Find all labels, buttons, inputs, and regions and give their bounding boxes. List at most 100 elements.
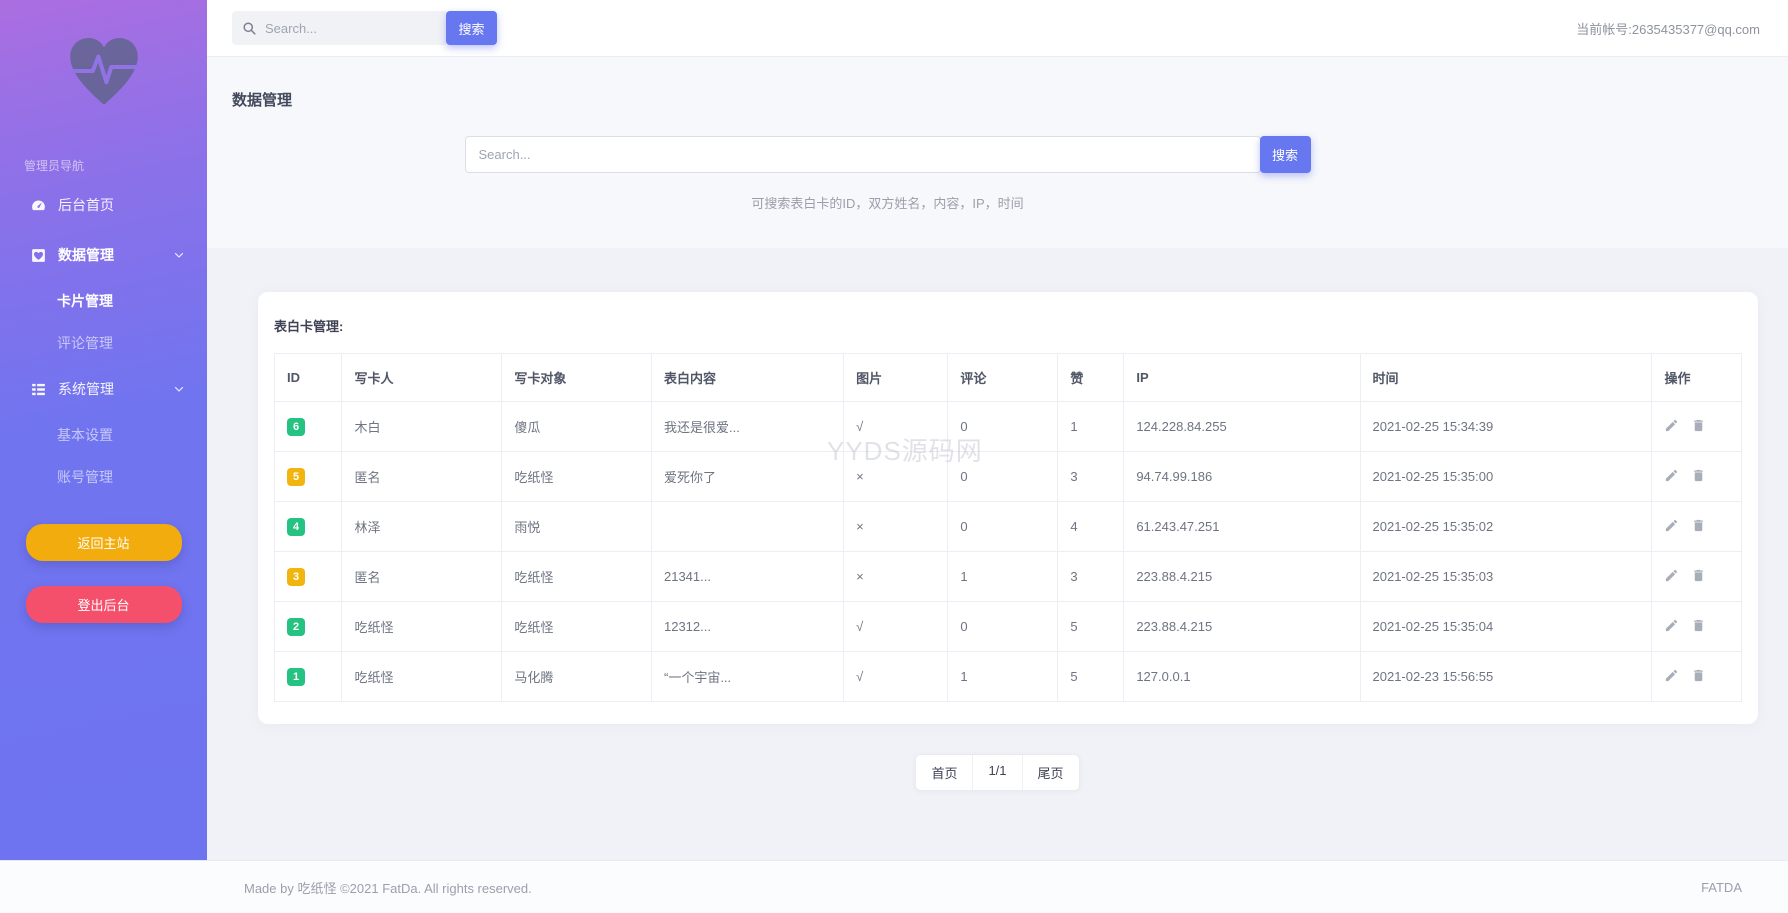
cell-ip: 223.88.4.215 [1123, 551, 1361, 602]
column-header: 赞 [1057, 353, 1125, 402]
column-header: 图片 [843, 353, 949, 402]
delete-icon[interactable] [1691, 668, 1706, 686]
table-row: 4 林泽 雨悦 × 0 4 61.243.47.251 2021-02-25 15:35:02 [273, 501, 1742, 552]
cell-time: 2021-02-25 15:35:02 [1359, 501, 1653, 552]
main-search: 搜索 [464, 136, 1311, 173]
edit-icon[interactable] [1664, 468, 1679, 486]
cell-image: √ [843, 601, 949, 652]
cell-content: 爱死你了 [650, 451, 845, 502]
cell-time: 2021-02-25 15:35:00 [1359, 451, 1653, 502]
search-zone: 数据管理 搜索 可搜索表白卡的ID，双方姓名，内容，IP，时间 [207, 57, 1788, 248]
cell-writer: 木白 [341, 401, 503, 452]
edit-icon[interactable] [1664, 518, 1679, 536]
cell-likes: 4 [1057, 501, 1125, 552]
search-icon [243, 21, 256, 35]
topbar-search-button[interactable]: 搜索 [446, 11, 497, 45]
cell-comments: 0 [947, 501, 1059, 552]
column-header: 表白内容 [650, 353, 845, 402]
cell-likes: 1 [1057, 401, 1125, 452]
delete-icon[interactable] [1691, 568, 1706, 586]
chevron-down-icon [173, 249, 185, 261]
topbar-search-input[interactable] [265, 20, 436, 36]
table-body: 6 木白 傻瓜 我还是很爱... √ 0 1 124.228.84.255 2021-02-25… [273, 401, 1742, 702]
card-heart-icon [30, 247, 47, 264]
cell-time: 2021-02-23 15:56:55 [1359, 651, 1653, 702]
id-badge: 6 [287, 417, 306, 436]
search-hint: 可搜索表白卡的ID，双方姓名，内容，IP，时间 [751, 196, 1024, 211]
cell-content: 12312... [650, 601, 845, 652]
list-icon [30, 381, 47, 398]
column-header: 操作 [1651, 353, 1742, 402]
main-search-button[interactable]: 搜索 [1259, 136, 1311, 173]
pagination: 首页 1/1 尾页 [915, 754, 1080, 791]
sidebar-item-dashboard[interactable]: 后台首页 [0, 180, 207, 230]
footer-brand: FATDA [1701, 879, 1742, 895]
cell-time: 2021-02-25 15:35:04 [1359, 601, 1653, 652]
column-header: 时间 [1359, 353, 1653, 402]
topbar-search-input-wrap [232, 11, 446, 45]
sidebar-item-label: 数据管理 [58, 247, 114, 263]
pagination-current-page: 1/1 [973, 755, 1023, 790]
sidebar-item-comment-management[interactable]: 评论管理 [0, 322, 207, 364]
cell-likes: 3 [1057, 451, 1125, 502]
cell-image: × [843, 551, 949, 602]
delete-icon[interactable] [1691, 518, 1706, 536]
topbar-search: 搜索 [232, 11, 497, 45]
sidebar-item-card-management[interactable]: 卡片管理 [0, 280, 207, 322]
cell-ip: 124.228.84.255 [1123, 401, 1361, 452]
table-row: 3 匿名 吃纸怪 21341... × 1 3 223.88.4.215 2021-02-25 … [273, 551, 1742, 602]
chevron-down-icon [173, 383, 185, 395]
cell-actions [1651, 651, 1742, 702]
cell-image: √ [843, 651, 949, 702]
cell-actions [1651, 551, 1742, 602]
sidebar-item-account-management[interactable]: 账号管理 [0, 456, 207, 498]
dashboard-icon [30, 197, 47, 214]
logout-button[interactable]: 登出后台 [25, 586, 182, 623]
pagination-first-page[interactable]: 首页 [916, 755, 974, 790]
cell-ip: 223.88.4.215 [1123, 601, 1361, 652]
cell-target: 吃纸怪 [501, 601, 652, 652]
cell-comments: 1 [947, 551, 1059, 602]
cell-writer: 吃纸怪 [341, 601, 503, 652]
cell-image: × [843, 451, 949, 502]
sidebar: 管理员导航 后台首页 数据管理 卡片管理 评论管理 系统管理 基本设置 账号管理… [0, 0, 207, 860]
pagination-last-page[interactable]: 尾页 [1022, 755, 1079, 790]
table-row: 1 吃纸怪 马化腾 “一个宇宙... √ 1 5 127.0.0.1 2021-02-23 15… [273, 651, 1742, 702]
edit-icon[interactable] [1664, 568, 1679, 586]
column-header: IP [1123, 353, 1361, 402]
id-badge: 1 [287, 667, 306, 686]
main-area: 搜索 当前帐号:2635435377@qq.com 数据管理 搜索 可搜索表白卡… [207, 0, 1788, 860]
delete-icon[interactable] [1691, 418, 1706, 436]
current-account-label: 当前帐号:2635435377@qq.com [1576, 21, 1760, 37]
sidebar-item-data-management[interactable]: 数据管理 [0, 230, 207, 280]
delete-icon[interactable] [1691, 618, 1706, 636]
cell-target: 马化腾 [501, 651, 652, 702]
id-badge: 5 [287, 467, 306, 486]
return-main-site-button[interactable]: 返回主站 [25, 524, 182, 561]
main-search-input[interactable] [464, 136, 1261, 173]
sidebar-nav: 后台首页 数据管理 卡片管理 评论管理 系统管理 基本设置 账号管理 [0, 180, 207, 498]
delete-icon[interactable] [1691, 468, 1706, 486]
cell-comments: 0 [947, 601, 1059, 652]
table-header-row: ID 写卡人 写卡对象 表白内容 图片 评论赞 IP 时间 操作 [273, 353, 1742, 402]
cell-likes: 5 [1057, 651, 1125, 702]
cell-id: 1 [273, 651, 343, 702]
topbar: 搜索 当前帐号:2635435377@qq.com [207, 0, 1788, 57]
cell-image: × [843, 501, 949, 552]
sidebar-item-system-management[interactable]: 系统管理 [0, 364, 207, 414]
cell-writer: 吃纸怪 [341, 651, 503, 702]
table-row: 5 匿名 吃纸怪 爱死你了 × 0 3 94.74.99.186 2021-02-25 15:3… [273, 451, 1742, 502]
edit-icon[interactable] [1664, 668, 1679, 686]
cell-ip: 94.74.99.186 [1123, 451, 1361, 502]
cell-content: “一个宇宙... [650, 651, 845, 702]
edit-icon[interactable] [1664, 418, 1679, 436]
cell-target: 傻瓜 [501, 401, 652, 452]
cell-id: 6 [273, 401, 343, 452]
column-header: 写卡对象 [501, 353, 652, 402]
cell-time: 2021-02-25 15:35:03 [1359, 551, 1653, 602]
edit-icon[interactable] [1664, 618, 1679, 636]
cards-panel: 表白卡管理: ID 写卡人 写卡对象 表白内容 图片 评论赞 IP 时间 操作 6 木白 傻瓜 我还是… [258, 292, 1758, 724]
logo-heart-pulse-icon [0, 34, 207, 113]
table-row: 6 木白 傻瓜 我还是很爱... √ 0 1 124.228.84.255 2021-02-25… [273, 401, 1742, 452]
sidebar-item-basic-settings[interactable]: 基本设置 [0, 414, 207, 456]
